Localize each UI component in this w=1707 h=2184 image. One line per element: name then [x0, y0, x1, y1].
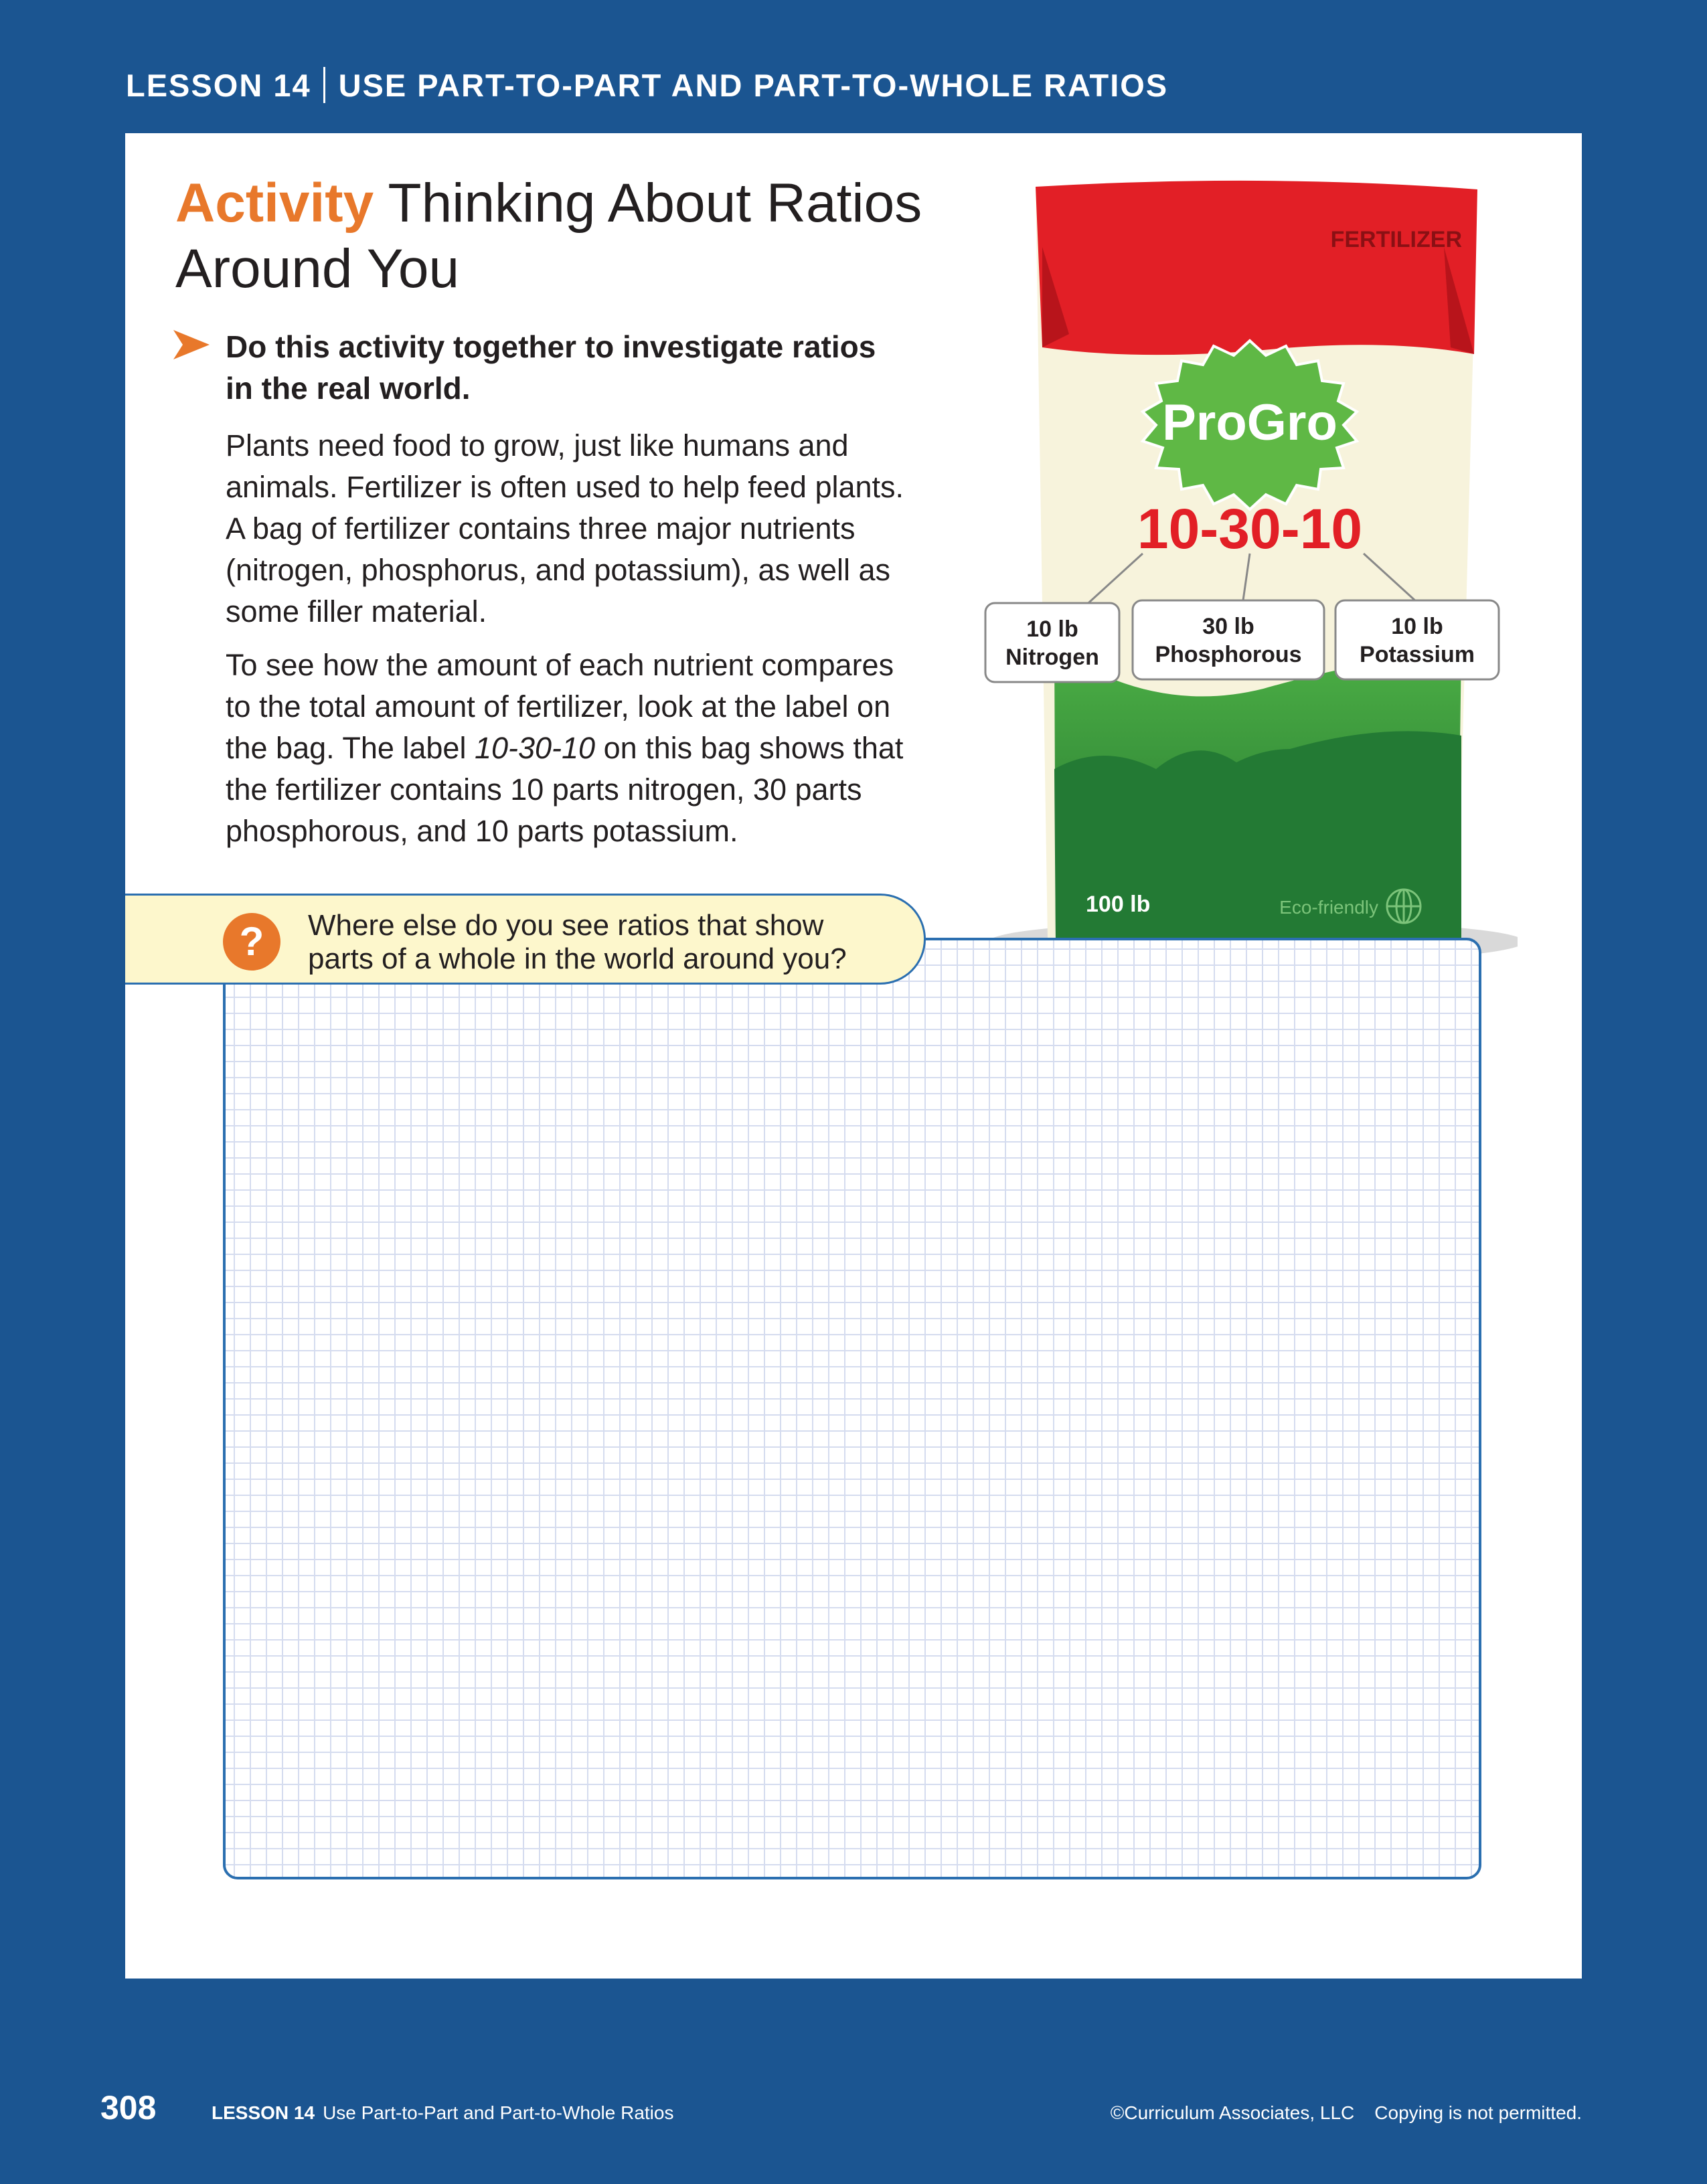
paragraph-1-line: Plants need food to grow, just like huma… [226, 428, 849, 463]
potassium-amount: 10 lb [1391, 614, 1443, 639]
bag-eco-label: Eco-friendly [1279, 897, 1378, 918]
activity-title: Activity Thinking About Ratios Around Yo… [175, 171, 1086, 302]
paragraph-2-line: on this bag shows that [595, 731, 904, 765]
question-line1: Where else do you see ratios that show [308, 909, 824, 942]
lesson-header: LESSON 14 USE PART-TO-PART AND PART-TO-WH… [126, 67, 1168, 104]
bag-brand-name: ProGro [1162, 394, 1337, 451]
paragraph-2: To see how the amount of each nutrient c… [226, 645, 1069, 852]
paragraph-2-line: the fertilizer contains 10 parts nitroge… [226, 772, 862, 807]
bag-ratio: 10-30-10 [1137, 497, 1362, 560]
nitrogen-name: Nitrogen [1005, 645, 1099, 670]
activity-title-line2: Around You [175, 238, 460, 299]
header-lesson-title: USE PART-TO-PART AND PART-TO-WHOLE RATIO… [338, 68, 1169, 103]
footer-lesson-title: Use Part-to-Part and Part-to-Whole Ratio… [323, 2102, 674, 2123]
arrow-right-icon [173, 330, 210, 359]
paragraph-1-line: some filler material. [226, 594, 487, 628]
question-callout: ? Where else do you see ratios that show… [125, 894, 926, 985]
question-mark-icon: ? [223, 913, 280, 971]
svg-text:?: ? [240, 919, 264, 964]
bag-top-red [1036, 180, 1477, 355]
header-divider [323, 67, 325, 103]
paragraph-1-line: animals. Fertilizer is often used to hel… [226, 470, 904, 504]
worksheet-page: Activity Thinking About Ratios Around Yo… [125, 133, 1582, 1979]
activity-title-line1: Thinking About Ratios [388, 173, 922, 234]
paragraph-2-line: to the total amount of fertilizer, look … [226, 689, 891, 724]
bag-top-label: FERTILIZER [1331, 227, 1462, 252]
paragraph-2-line: the bag. The label [226, 731, 475, 765]
paragraph-1: Plants need food to grow, just like huma… [226, 425, 1069, 633]
ratio-label-text: 10-30-10 [474, 731, 596, 765]
nitrogen-amount: 10 lb [1026, 616, 1078, 642]
paragraph-2-line: phosphorous, and 10 parts potassium. [226, 814, 738, 848]
answer-grid[interactable] [223, 938, 1481, 1879]
phosphorous-name: Phosphorous [1155, 642, 1301, 667]
instruction-line1: Do this activity together to investigate… [226, 329, 876, 364]
paragraph-1-line: A bag of fertilizer contains three major… [226, 511, 856, 545]
fertilizer-bag-illustration: FERTILIZER ProGro 10-30-10 10 lb Nitroge… [984, 180, 1518, 963]
page-number: 308 [100, 2089, 157, 2126]
copy-notice: Copying is not permitted. [1374, 2102, 1582, 2123]
paragraph-2-line: To see how the amount of each nutrient c… [226, 648, 894, 682]
bag-weight: 100 lb [1086, 892, 1150, 917]
copyright-text: ©Curriculum Associates, LLC [1110, 2102, 1355, 2123]
footer-copyright: ©Curriculum Associates, LLC Copying is no… [1111, 2102, 1582, 2124]
nitrogen-label-box [984, 602, 1121, 683]
footer-lesson: LESSON 14 Use Part-to-Part and Part-to-Wh… [212, 2102, 673, 2124]
question-line2: parts of a whole in the world around you… [308, 942, 847, 975]
paragraph-1-line: (nitrogen, phosphorus, and potassium), a… [226, 553, 891, 587]
globe-icon [1386, 888, 1422, 924]
instruction-line2: in the real world. [226, 371, 471, 406]
phosphorous-label-box [1131, 599, 1325, 681]
phosphorous-amount: 30 lb [1202, 614, 1254, 639]
instruction: Do this activity together to investigate… [173, 326, 977, 409]
footer-lesson-label: LESSON 14 [212, 2102, 315, 2123]
potassium-name: Potassium [1360, 642, 1475, 667]
activity-keyword: Activity [175, 173, 374, 234]
header-lesson-number: LESSON 14 [126, 68, 311, 103]
potassium-label-box [1334, 599, 1500, 681]
